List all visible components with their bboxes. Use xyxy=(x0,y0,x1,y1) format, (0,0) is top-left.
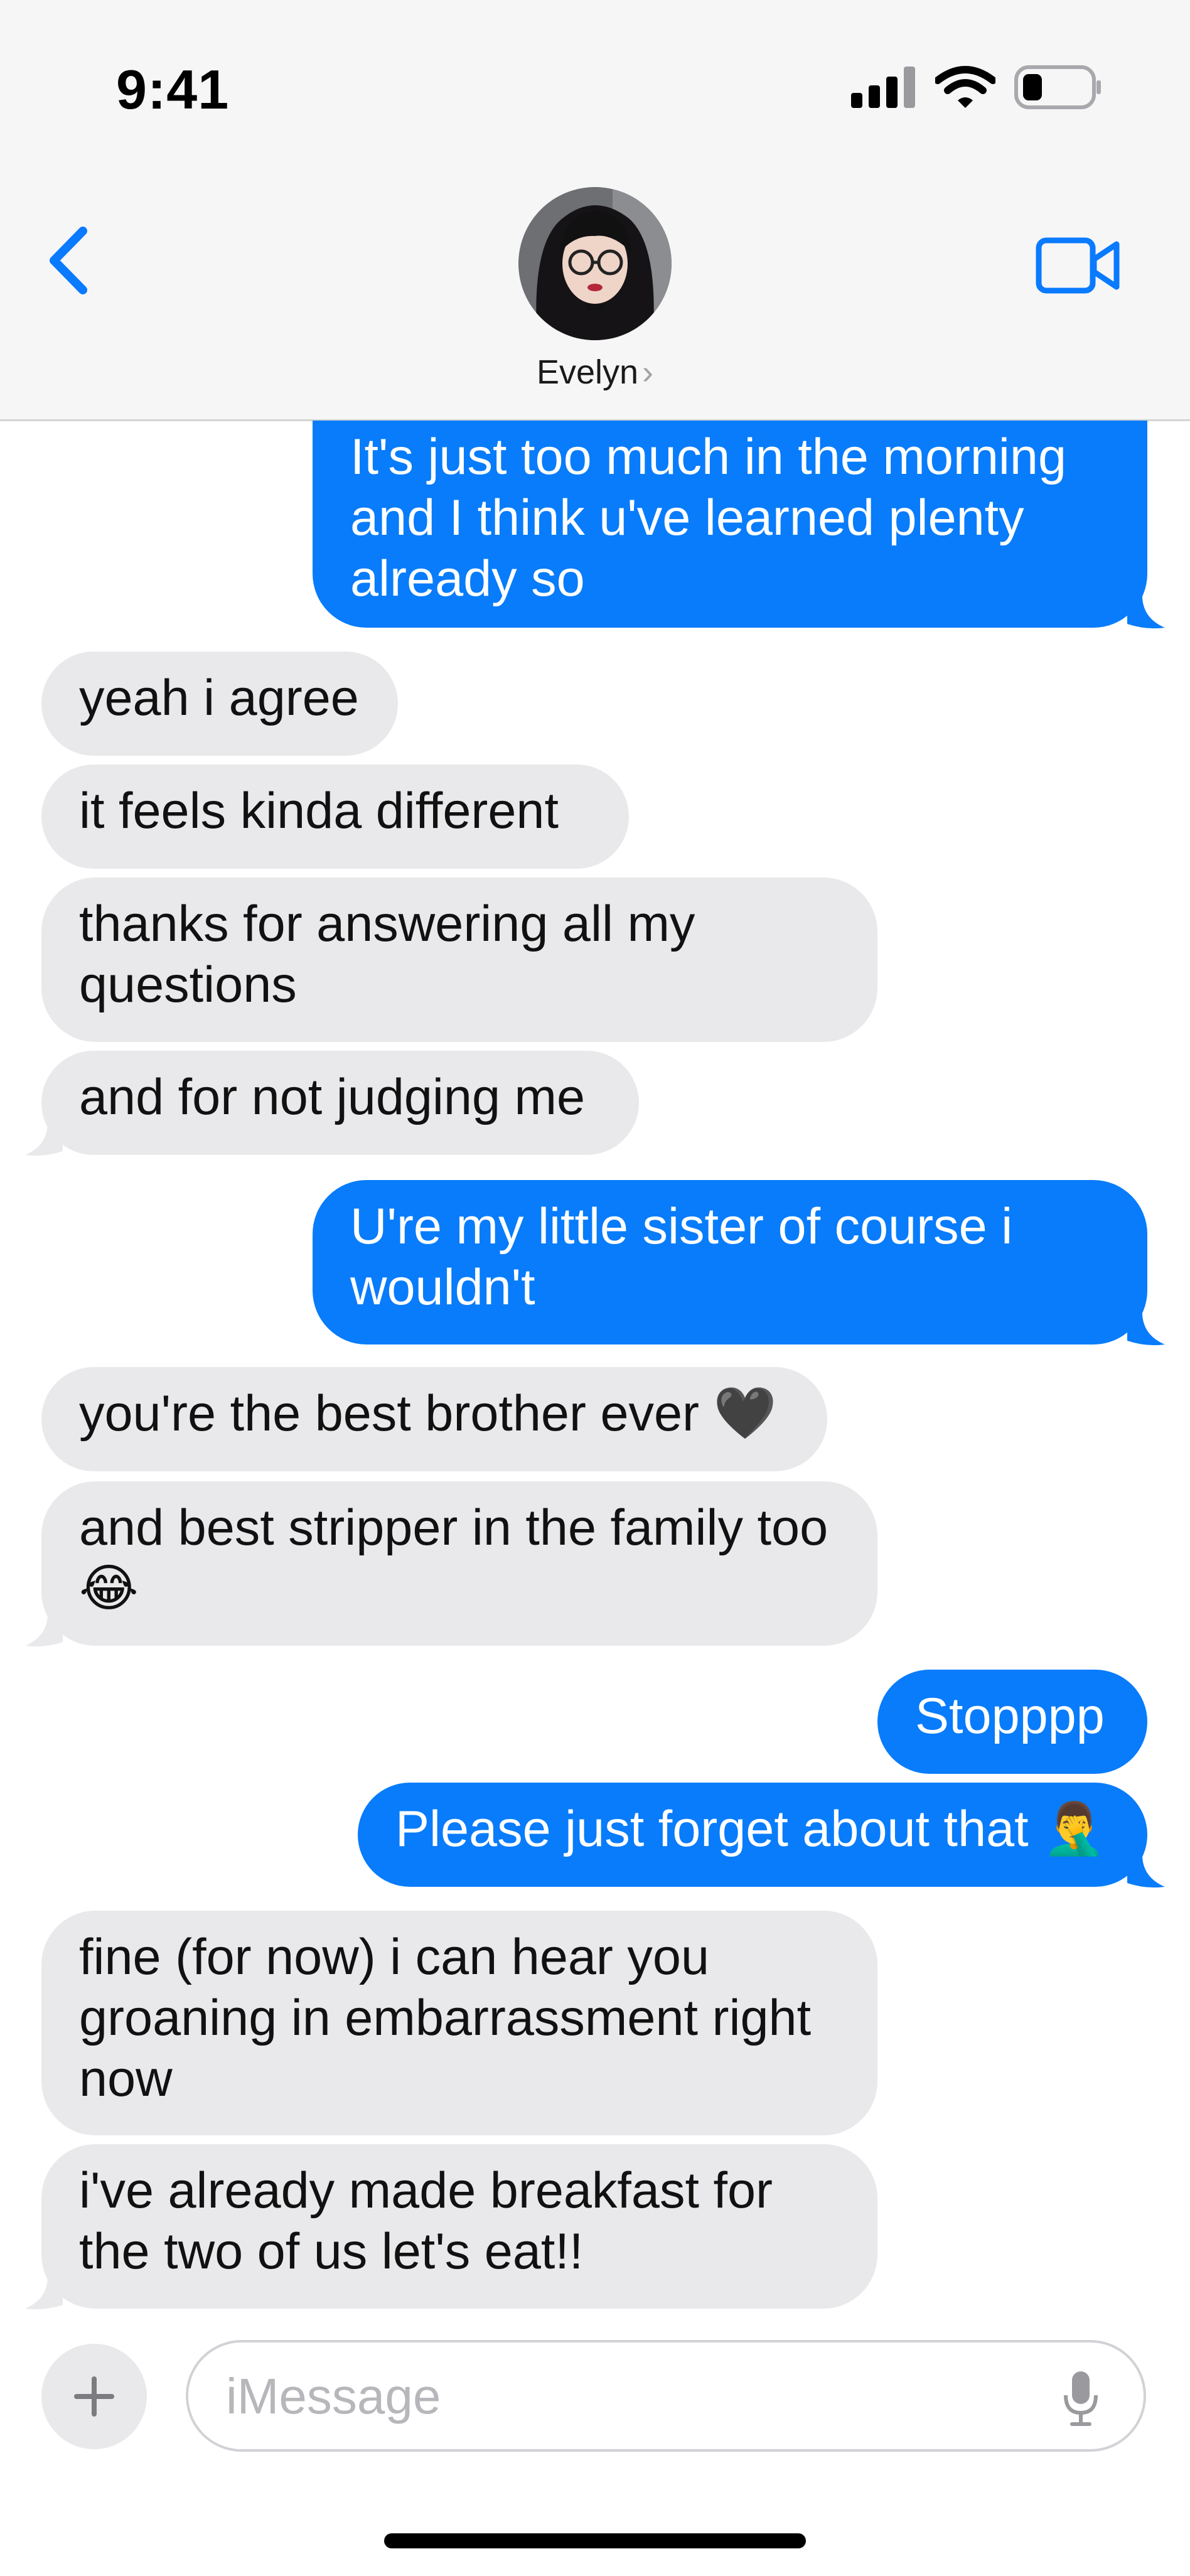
home-indicator[interactable] xyxy=(384,2533,806,2548)
status-icons xyxy=(851,65,1102,109)
message-bubble-outgoing[interactable]: U're my little sister of course i wouldn… xyxy=(313,1180,1147,1344)
video-call-button[interactable] xyxy=(1036,235,1121,299)
back-button[interactable] xyxy=(44,226,94,298)
add-attachment-button[interactable] xyxy=(41,2344,147,2449)
bubble-tail xyxy=(1127,1309,1165,1346)
message-input-placeholder: iMessage xyxy=(226,2368,441,2424)
message-bubble-incoming[interactable]: yeah i agree xyxy=(41,652,398,756)
contact-name-button[interactable]: Evelyn › xyxy=(0,353,1190,392)
message-bubble-incoming[interactable]: and best stripper in the family too 😂 xyxy=(41,1481,877,1646)
message-bubble-incoming[interactable]: and for not judging me xyxy=(41,1051,639,1155)
cellular-signal-icon xyxy=(851,67,915,108)
contact-avatar[interactable] xyxy=(518,187,672,340)
message-bubble-outgoing[interactable]: Stopppp xyxy=(877,1670,1147,1774)
message-bubble-incoming[interactable]: you're the best brother ever 🖤 xyxy=(41,1367,827,1471)
message-bubble-outgoing[interactable]: It's just too much in the morning and I … xyxy=(313,421,1147,628)
bubble-tail xyxy=(25,1611,63,1647)
wifi-icon xyxy=(935,66,995,108)
bubble-tail xyxy=(25,1120,63,1156)
chevron-left-icon xyxy=(50,227,87,294)
message-bubble-outgoing[interactable]: Please just forget about that 🤦‍♂️ xyxy=(358,1783,1147,1887)
contact-name: Evelyn xyxy=(536,353,639,391)
message-input[interactable]: iMessage xyxy=(186,2340,1146,2452)
conversation-header: 9:41 Evelyn › xyxy=(0,0,1190,421)
bubble-tail xyxy=(1127,1852,1165,1888)
bubble-tail xyxy=(25,2273,63,2310)
bubble-tail xyxy=(1127,593,1165,629)
message-bubble-incoming[interactable]: i've already made breakfast for the two … xyxy=(41,2144,877,2309)
message-bubble-incoming[interactable]: it feels kinda different xyxy=(41,765,629,869)
battery-icon xyxy=(1014,65,1101,109)
message-bubble-incoming[interactable]: thanks for answering all my questions xyxy=(41,877,877,1042)
message-bubble-incoming[interactable]: fine (for now) i can hear you groaning i… xyxy=(41,1911,877,2135)
chevron-right-icon: › xyxy=(642,353,654,391)
status-time: 9:41 xyxy=(116,58,230,121)
video-camera-icon xyxy=(1036,237,1120,294)
microphone-icon[interactable] xyxy=(1062,2370,1100,2427)
